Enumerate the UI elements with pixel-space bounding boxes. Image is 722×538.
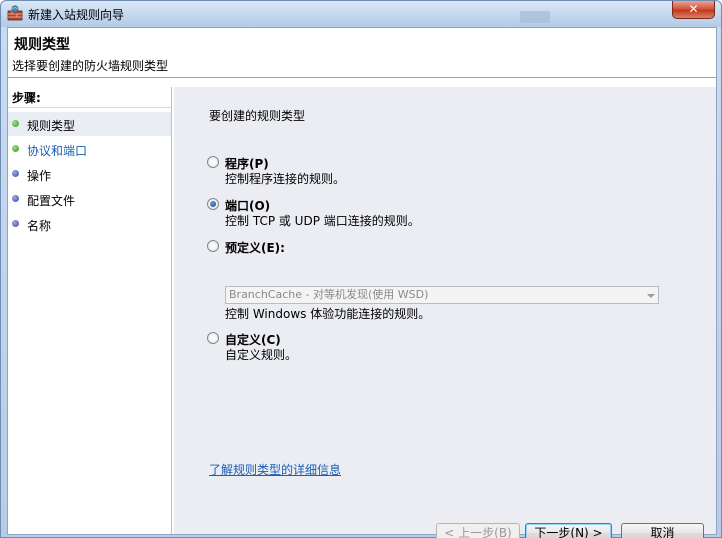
- content-pane: 要创建的规则类型 程序(P) 控制程序连接的规则。 端口(O) 控制 TCP 或…: [174, 87, 716, 538]
- predefined-radio[interactable]: [207, 240, 219, 252]
- title-bar[interactable]: 新建入站规则向导 ✕: [1, 1, 721, 27]
- option-description: 自定义规则。: [225, 348, 298, 362]
- option-description: 控制 TCP 或 UDP 端口连接的规则。: [225, 214, 420, 228]
- program-radio[interactable]: [207, 156, 219, 168]
- wizard-client-area: 规则类型 选择要创建的防火墙规则类型 步骤: 规则类型 协议和端口 操作 配置文…: [7, 27, 717, 538]
- rule-type-prompt: 要创建的规则类型: [209, 109, 306, 123]
- close-button[interactable]: ✕: [672, 1, 715, 19]
- title-bar-decoration: [520, 11, 550, 23]
- page-subtitle: 选择要创建的防火墙规则类型: [12, 59, 169, 73]
- wizard-window: 新建入站规则向导 ✕ 规则类型 选择要创建的防火墙规则类型 步骤: 规则类型 协…: [0, 0, 722, 538]
- port-radio[interactable]: [207, 198, 219, 210]
- step-profile: 配置文件: [8, 187, 171, 211]
- step-status-dot: [12, 170, 19, 177]
- step-rule-type: 规则类型: [8, 112, 171, 136]
- page-header: 规则类型 选择要创建的防火墙规则类型: [8, 28, 716, 78]
- firewall-icon: [7, 5, 23, 21]
- predefined-select[interactable]: BranchCache - 对等机发现(使用 WSD): [225, 286, 659, 304]
- step-label: 配置文件: [27, 194, 76, 208]
- next-button[interactable]: 下一步(N) >: [525, 523, 612, 538]
- step-status-dot: [12, 120, 19, 127]
- custom-radio[interactable]: [207, 332, 219, 344]
- page-title: 规则类型: [14, 37, 70, 53]
- step-label[interactable]: 协议和端口: [27, 142, 87, 159]
- option-description: 控制 Windows 体验功能连接的规则。: [225, 307, 431, 321]
- step-label: 名称: [27, 219, 52, 233]
- step-protocol-ports[interactable]: 协议和端口: [8, 137, 171, 161]
- window-title: 新建入站规则向导: [28, 8, 125, 22]
- chevron-down-icon[interactable]: [647, 294, 655, 298]
- step-label: 操作: [27, 169, 52, 183]
- option-label[interactable]: 预定义(E):: [225, 239, 285, 256]
- step-label: 规则类型: [27, 119, 76, 133]
- back-button[interactable]: < 上一步(B): [436, 523, 520, 538]
- step-status-dot: [12, 220, 19, 227]
- option-description: 控制程序连接的规则。: [225, 172, 346, 186]
- step-action: 操作: [8, 162, 171, 186]
- step-status-dot: [12, 195, 19, 202]
- steps-heading: 步骤:: [12, 91, 41, 105]
- steps-pane: 步骤: 规则类型 协议和端口 操作 配置文件 名称: [8, 87, 172, 534]
- learn-more-link[interactable]: 了解规则类型的详细信息: [209, 461, 341, 478]
- steps-divider: [8, 107, 171, 108]
- cancel-button[interactable]: 取消: [621, 523, 704, 538]
- step-status-dot: [12, 145, 19, 152]
- predefined-select-value: BranchCache - 对等机发现(使用 WSD): [229, 288, 429, 301]
- step-name: 名称: [8, 212, 171, 236]
